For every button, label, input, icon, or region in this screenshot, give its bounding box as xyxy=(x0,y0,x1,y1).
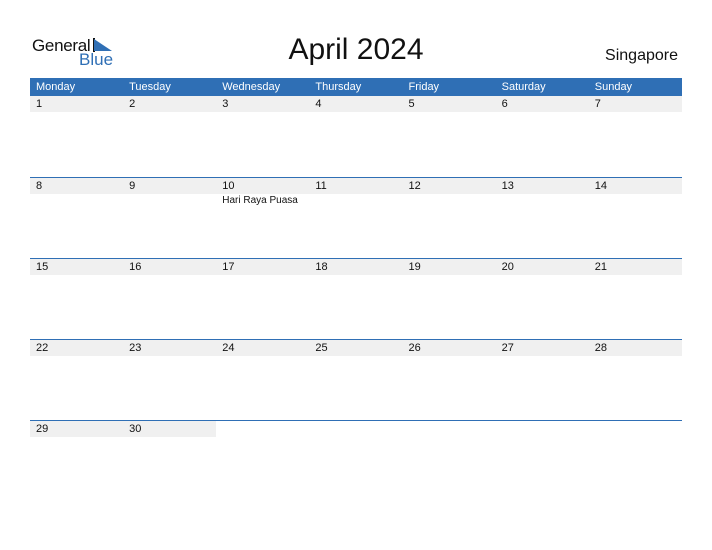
day-number-strip: 22 23 24 25 26 27 28 xyxy=(30,340,682,356)
weekday-saturday: Saturday xyxy=(501,81,546,93)
weekday-wednesday: Wednesday xyxy=(222,81,281,93)
day-number: 12 xyxy=(408,180,421,192)
day-number: 21 xyxy=(594,261,607,273)
day-number: 24 xyxy=(222,342,235,354)
day-number: 18 xyxy=(315,261,328,273)
holiday-event xyxy=(309,194,402,207)
day-number: 30 xyxy=(129,423,142,435)
holiday-event xyxy=(123,194,216,207)
holiday-event xyxy=(30,194,123,207)
day-number: 28 xyxy=(594,342,607,354)
day-number: 9 xyxy=(129,180,136,192)
day-number-strip: 29 30 xyxy=(30,421,217,437)
day-number: 1 xyxy=(36,98,43,110)
day-number: 23 xyxy=(129,342,142,354)
day-number: 15 xyxy=(36,261,49,273)
week-row: 15 16 17 18 19 20 21 xyxy=(30,258,682,339)
holiday-event xyxy=(496,194,589,207)
day-number: 29 xyxy=(36,423,49,435)
day-number: 8 xyxy=(36,180,43,192)
country-label: Singapore xyxy=(605,47,678,64)
week-row: 8 9 10 11 12 13 14 Hari Raya Puasa xyxy=(30,177,682,258)
day-number: 27 xyxy=(501,342,514,354)
day-number: 17 xyxy=(222,261,235,273)
day-number: 10 xyxy=(222,180,235,192)
day-number-strip: 15 16 17 18 19 20 21 xyxy=(30,259,682,275)
day-number: 19 xyxy=(408,261,421,273)
day-number: 4 xyxy=(315,98,322,110)
holiday-event xyxy=(403,194,496,207)
weekday-friday: Friday xyxy=(408,81,440,93)
day-number: 14 xyxy=(594,180,607,192)
day-number-strip: 1 2 3 4 5 6 7 xyxy=(30,96,682,112)
weekday-header: Monday Tuesday Wednesday Thursday Friday… xyxy=(30,78,682,96)
day-number: 7 xyxy=(594,98,601,110)
day-number: 6 xyxy=(501,98,508,110)
day-number: 16 xyxy=(129,261,142,273)
day-number: 13 xyxy=(501,180,514,192)
holiday-event: Hari Raya Puasa xyxy=(222,195,298,206)
day-number: 11 xyxy=(315,180,327,192)
week-row: 29 30 xyxy=(30,420,682,501)
week-row: 1 2 3 4 5 6 7 xyxy=(30,96,682,177)
day-number: 5 xyxy=(408,98,415,110)
day-number: 20 xyxy=(501,261,514,273)
calendar-grid: Monday Tuesday Wednesday Thursday Friday… xyxy=(30,78,682,501)
day-number: 3 xyxy=(222,98,229,110)
week-row: 22 23 24 25 26 27 28 xyxy=(30,339,682,420)
day-number-strip: 8 9 10 11 12 13 14 xyxy=(30,178,682,194)
events-row: Hari Raya Puasa xyxy=(30,194,682,207)
weekday-monday: Monday xyxy=(36,81,76,93)
day-number: 26 xyxy=(408,342,421,354)
weekday-sunday: Sunday xyxy=(594,81,633,93)
day-number: 25 xyxy=(315,342,328,354)
day-number: 22 xyxy=(36,342,49,354)
weekday-thursday: Thursday xyxy=(315,81,362,93)
day-number: 2 xyxy=(129,98,136,110)
weekday-tuesday: Tuesday xyxy=(129,81,171,93)
holiday-event xyxy=(589,194,682,207)
